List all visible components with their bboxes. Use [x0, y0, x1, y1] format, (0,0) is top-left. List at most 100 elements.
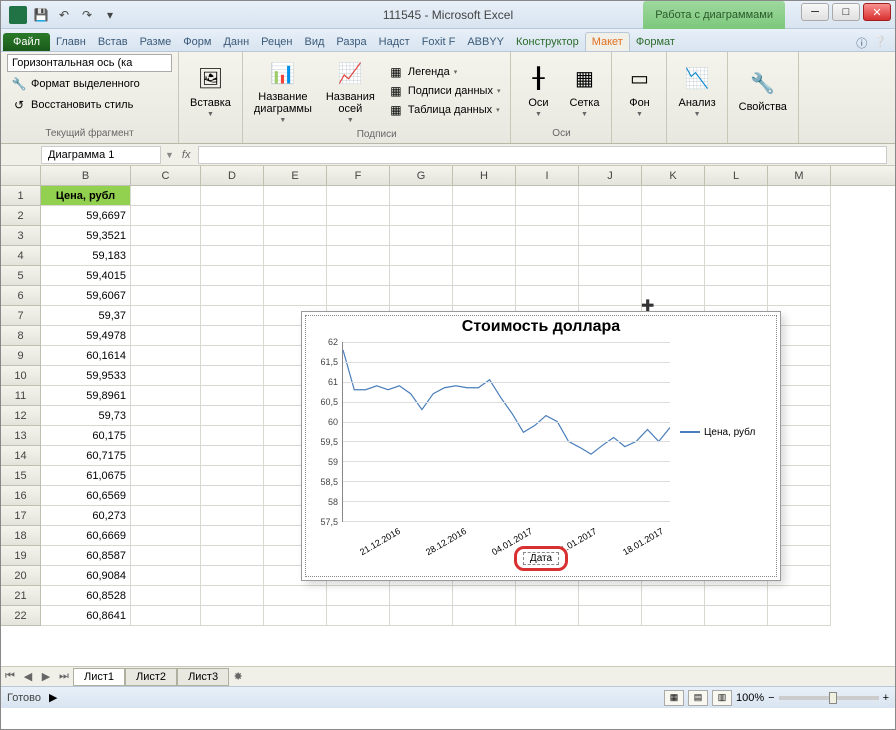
cell[interactable]: 60,1614: [41, 346, 131, 366]
row-header[interactable]: 2: [1, 206, 41, 226]
select-all-corner[interactable]: [1, 166, 41, 185]
col-header-F[interactable]: F: [327, 166, 390, 185]
cell[interactable]: [201, 306, 264, 326]
row-header[interactable]: 16: [1, 486, 41, 506]
cell[interactable]: [131, 266, 201, 286]
cell[interactable]: [642, 606, 705, 626]
tab-format[interactable]: Формат: [630, 33, 681, 51]
row-header[interactable]: 21: [1, 586, 41, 606]
tab-abbyy[interactable]: ABBYY: [461, 33, 510, 51]
reset-style-button[interactable]: ↺Восстановить стиль: [7, 96, 137, 114]
save-icon[interactable]: 💾: [31, 5, 51, 25]
row-header[interactable]: 20: [1, 566, 41, 586]
cell[interactable]: [201, 286, 264, 306]
cell[interactable]: [131, 366, 201, 386]
row-header[interactable]: 19: [1, 546, 41, 566]
cell[interactable]: [264, 186, 327, 206]
page-layout-view-button[interactable]: ▤: [688, 690, 708, 706]
cell[interactable]: [516, 226, 579, 246]
cell[interactable]: [131, 566, 201, 586]
cell[interactable]: [390, 286, 453, 306]
cell[interactable]: [264, 286, 327, 306]
zoom-out-button[interactable]: −: [768, 692, 774, 704]
sheet-nav-prev-icon[interactable]: ◀: [19, 670, 37, 683]
cell[interactable]: [705, 586, 768, 606]
cell[interactable]: [390, 586, 453, 606]
plot-area[interactable]: [342, 342, 670, 522]
cell[interactable]: [201, 586, 264, 606]
cell[interactable]: [390, 186, 453, 206]
analysis-button[interactable]: 📉Анализ▼: [673, 60, 720, 121]
qat-more-icon[interactable]: ▾: [100, 5, 120, 25]
cell[interactable]: [131, 606, 201, 626]
axis-titles-button[interactable]: 📈 Названия осей▼: [321, 54, 380, 127]
cell[interactable]: [131, 186, 201, 206]
row-header[interactable]: 14: [1, 446, 41, 466]
embedded-chart[interactable]: Стоимость доллара 6261,56160,56059,55958…: [301, 311, 781, 581]
sheet-nav-first-icon[interactable]: ⏮: [1, 670, 19, 683]
cell[interactable]: [131, 326, 201, 346]
row-header[interactable]: 8: [1, 326, 41, 346]
cell[interactable]: [390, 266, 453, 286]
cell[interactable]: [642, 266, 705, 286]
cell[interactable]: [201, 386, 264, 406]
cell[interactable]: [131, 406, 201, 426]
col-header-I[interactable]: I: [516, 166, 579, 185]
cell[interactable]: [201, 546, 264, 566]
cell[interactable]: 59,8961: [41, 386, 131, 406]
cell[interactable]: [131, 286, 201, 306]
cell[interactable]: [642, 206, 705, 226]
cell[interactable]: [327, 246, 390, 266]
cell[interactable]: [201, 406, 264, 426]
cell[interactable]: [131, 206, 201, 226]
legend-button[interactable]: ▦Легенда ▾: [384, 63, 505, 81]
cell[interactable]: [579, 586, 642, 606]
row-header[interactable]: 12: [1, 406, 41, 426]
cell[interactable]: [705, 186, 768, 206]
cell[interactable]: [201, 446, 264, 466]
cell[interactable]: [264, 206, 327, 226]
tab-data[interactable]: Данн: [217, 33, 255, 51]
cell[interactable]: 59,183: [41, 246, 131, 266]
tab-view[interactable]: Вид: [299, 33, 331, 51]
cell[interactable]: [201, 366, 264, 386]
cell[interactable]: [390, 206, 453, 226]
row-header[interactable]: 6: [1, 286, 41, 306]
row-header[interactable]: 7: [1, 306, 41, 326]
cell[interactable]: [201, 326, 264, 346]
sheet-nav-next-icon[interactable]: ▶: [37, 670, 55, 683]
cell[interactable]: 60,273: [41, 506, 131, 526]
gridlines-button[interactable]: ▦Сетка▼: [563, 60, 605, 121]
sheet-nav-last-icon[interactable]: ⏭: [55, 670, 73, 683]
file-tab[interactable]: Файл: [3, 33, 50, 51]
cell[interactable]: [642, 226, 705, 246]
maximize-button[interactable]: □: [832, 3, 860, 21]
formula-input[interactable]: [198, 146, 887, 164]
cell[interactable]: 60,8587: [41, 546, 131, 566]
cell[interactable]: [516, 266, 579, 286]
col-header-J[interactable]: J: [579, 166, 642, 185]
tab-page-layout[interactable]: Разме: [134, 33, 178, 51]
cell[interactable]: [453, 206, 516, 226]
row-header[interactable]: 22: [1, 606, 41, 626]
cell[interactable]: 60,7175: [41, 446, 131, 466]
col-header-L[interactable]: L: [705, 166, 768, 185]
cell[interactable]: [390, 606, 453, 626]
cell[interactable]: [201, 426, 264, 446]
cell[interactable]: [201, 486, 264, 506]
cell[interactable]: 59,4015: [41, 266, 131, 286]
page-break-view-button[interactable]: ▥: [712, 690, 732, 706]
cell[interactable]: [201, 266, 264, 286]
chart-legend[interactable]: Цена, рубл: [680, 342, 780, 522]
cell[interactable]: 59,6697: [41, 206, 131, 226]
col-header-H[interactable]: H: [453, 166, 516, 185]
col-header-G[interactable]: G: [390, 166, 453, 185]
cell[interactable]: [327, 206, 390, 226]
cell[interactable]: [201, 526, 264, 546]
cell[interactable]: [705, 606, 768, 626]
cell[interactable]: [579, 226, 642, 246]
cell[interactable]: [327, 226, 390, 246]
data-table-button[interactable]: ▦Таблица данных ▾: [384, 101, 505, 119]
col-header-D[interactable]: D: [201, 166, 264, 185]
cell[interactable]: [264, 226, 327, 246]
